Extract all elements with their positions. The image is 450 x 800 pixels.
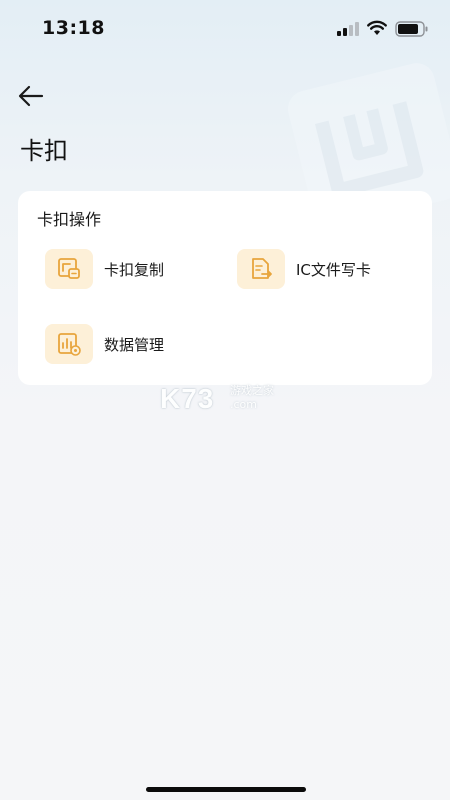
k73-watermark-logo: K73 游戏之家 .com <box>160 383 290 417</box>
data-management-label: 数据管理 <box>104 335 165 354</box>
ic-file-write-label: IC文件写卡 <box>296 260 371 279</box>
card-copy-label: 卡扣复制 <box>104 260 165 279</box>
signal-icon <box>337 22 359 36</box>
wifi-icon <box>367 20 387 35</box>
k73-text-line2: .com <box>230 398 257 411</box>
status-time: 13:18 <box>42 17 105 39</box>
k73-text-line1: 游戏之家 <box>230 384 274 397</box>
k73-site-text: 游戏之家 .com <box>230 384 274 412</box>
home-indicator[interactable] <box>146 787 306 792</box>
card-title: 卡扣操作 <box>37 210 102 229</box>
back-arrow-icon[interactable] <box>16 82 48 110</box>
data-manage-icon <box>45 324 93 364</box>
card-copy-icon <box>45 249 93 289</box>
battery-icon <box>395 21 428 37</box>
status-bar: 13:18 <box>0 0 450 56</box>
file-write-icon <box>237 249 285 289</box>
data-management-button[interactable]: 数据管理 <box>45 322 164 366</box>
card-operations-panel: 卡扣操作 卡扣复制 IC文件写卡 数据管理 <box>18 191 432 385</box>
page-title: 卡扣 <box>20 137 68 165</box>
card-copy-button[interactable]: 卡扣复制 <box>45 247 164 291</box>
k73-brand-text: K73 <box>160 383 215 414</box>
ic-file-write-button[interactable]: IC文件写卡 <box>237 247 371 291</box>
